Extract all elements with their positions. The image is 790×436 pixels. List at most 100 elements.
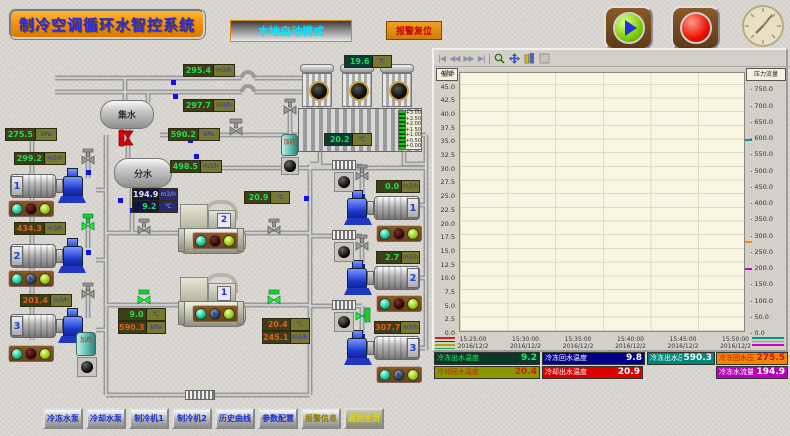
readout-chiller1-press: 590.3kPa bbox=[118, 321, 166, 334]
readout-flow-top-return: 297.7m3/h bbox=[183, 99, 235, 112]
status-chip: 冷却出水温度20.9 bbox=[542, 366, 643, 379]
cooling-tower-3 bbox=[380, 64, 414, 110]
pump-l2-status-lights bbox=[8, 270, 54, 287]
readout-pump-r1: 0.0m3/h bbox=[376, 180, 420, 193]
chart-last-button[interactable]: ▶| bbox=[478, 54, 485, 63]
axis-tick: 42.5 bbox=[441, 96, 455, 104]
readout-chiller1-cool-flow: 245.1m3/h bbox=[262, 331, 310, 344]
dosing-tank-top: 加药 bbox=[281, 134, 298, 156]
axis-tick: - 100.0 bbox=[750, 297, 773, 305]
nav-button-4[interactable]: 制冷机2 bbox=[172, 408, 212, 429]
pump-r1-status-lights bbox=[376, 225, 422, 242]
nav-button-1[interactable]: 冷冻水泵 bbox=[43, 408, 83, 429]
nav-button-5[interactable]: 历史曲线 bbox=[215, 408, 255, 429]
pump-number: 3 bbox=[11, 316, 23, 336]
trend-plot-area bbox=[459, 72, 745, 332]
nav-button-3[interactable]: 制冷机1 bbox=[129, 408, 169, 429]
axis-tick: 5.0 bbox=[445, 302, 455, 310]
axis-tick: 20.0 bbox=[441, 220, 455, 228]
chart-prev-button[interactable]: ◀◀ bbox=[449, 54, 459, 63]
cooling-pump-3: 3 bbox=[340, 330, 420, 366]
readout-pump-l3: 201.4m3/h bbox=[20, 294, 72, 307]
distributor-tank: 分水 bbox=[114, 158, 172, 188]
legend-line bbox=[435, 344, 455, 346]
legend-left-axis bbox=[435, 337, 455, 349]
readout-flow-dist: 498.5m3/h bbox=[170, 160, 222, 173]
legend-line bbox=[752, 337, 784, 339]
mode-button[interactable]: 本地自动模式 bbox=[230, 20, 352, 42]
readout-pump-l1: 299.2m3/h bbox=[14, 152, 66, 165]
readout-pump-l2: 434.3m3/h bbox=[14, 222, 66, 235]
green-lamp-icon bbox=[407, 298, 419, 310]
pipe-crossing-arcs bbox=[242, 72, 254, 92]
chart-next-button[interactable]: ▶▶ bbox=[463, 54, 473, 63]
filter-icon bbox=[334, 242, 354, 262]
axis-tick: 25.0 bbox=[441, 192, 455, 200]
chiller-number: 1 bbox=[217, 286, 231, 301]
cyan-lamp-icon bbox=[379, 369, 391, 381]
time-tick: 15:25:002016/12/2 bbox=[458, 336, 489, 350]
readout-pump-r2: 2.7m3/h bbox=[376, 251, 420, 264]
axis-tick: 27.5 bbox=[441, 178, 455, 186]
axis-tick: 45.0 bbox=[441, 83, 455, 91]
pump-l1-status-lights bbox=[8, 200, 54, 217]
off-lamp-icon bbox=[25, 348, 37, 360]
fan-icon bbox=[389, 81, 409, 101]
current-value-marker bbox=[745, 268, 752, 270]
status-chip: 冷冻水流量194.9 bbox=[716, 366, 788, 379]
chart-toolbar: |◀ ◀◀ ▶▶ ▶| bbox=[434, 51, 790, 67]
cyan-lamp-icon bbox=[195, 235, 207, 247]
cooling-pump-2: 2 bbox=[340, 260, 420, 296]
start-button[interactable] bbox=[604, 6, 653, 50]
readout-chiller1-cool-temp: 20.4℃ bbox=[262, 318, 310, 331]
stop-icon bbox=[680, 12, 712, 44]
columns-icon[interactable] bbox=[524, 53, 535, 64]
cooling-tower-2 bbox=[340, 64, 374, 110]
axis-tick: 47.5 bbox=[441, 69, 455, 77]
alarm-reset-button[interactable]: 报警复位 bbox=[386, 21, 442, 40]
filter-icon bbox=[334, 312, 354, 332]
chilled-pump-2: 2 bbox=[10, 238, 90, 274]
green-lamp-icon bbox=[39, 203, 51, 215]
readout-chiller2-cool: 20.9℃ bbox=[244, 191, 290, 204]
dosing-tank-bottom: 加药 bbox=[76, 332, 96, 356]
pump-number: 3 bbox=[407, 338, 419, 358]
chilled-pump-1: 1 bbox=[10, 168, 90, 204]
hmi-main-screen: 制冷空调循环水智控系统 本地自动模式 报警复位 集水 分水 +3.00+2.50… bbox=[0, 0, 790, 436]
readout-press-left: 275.5kPa bbox=[5, 128, 57, 141]
axis-tick: - 150.0 bbox=[750, 280, 773, 288]
cyan-lamp-icon bbox=[379, 228, 391, 240]
basin-level-gauge: +3.00+2.50+2.00+1.50+1.00+0.50+0.00 bbox=[398, 110, 422, 150]
play-lamp-icon bbox=[25, 273, 37, 285]
nav-button-7[interactable]: 报警信息 bbox=[301, 408, 341, 429]
nav-button-2[interactable]: 冷却水泵 bbox=[86, 408, 126, 429]
dosing-pump-icon bbox=[281, 157, 299, 175]
readout-tower-out: 20.2℃ bbox=[324, 133, 372, 146]
chiller2-status-lights bbox=[192, 232, 238, 249]
level-bar bbox=[399, 111, 406, 149]
stop-button[interactable] bbox=[671, 6, 720, 50]
chart-first-button[interactable]: |◀ bbox=[438, 54, 445, 63]
time-tick: 15:40:002016/12/2 bbox=[615, 336, 646, 350]
nav-button-6[interactable]: 参数配置 bbox=[258, 408, 298, 429]
readout-flow-top-supply: 295.4m3/h bbox=[183, 64, 235, 77]
filter-icon bbox=[334, 172, 354, 192]
axis-tick: - 550.0 bbox=[750, 150, 773, 158]
nav-button-8[interactable]: 返回主页 bbox=[344, 408, 384, 429]
axis-tick: 22.5 bbox=[441, 206, 455, 214]
axis-tick: - 200.0 bbox=[750, 264, 773, 272]
axis-tick: - 400.0 bbox=[750, 199, 773, 207]
right-axis-ticks: - 750.0- 700.0- 650.0- 600.0- 550.0- 500… bbox=[747, 72, 787, 332]
zoom-icon[interactable] bbox=[494, 53, 505, 64]
axis-tick: 0.0 bbox=[445, 329, 455, 337]
left-axis-ticks: 47.545.042.540.037.535.032.530.027.525.0… bbox=[432, 72, 457, 332]
status-chip: 冷冻回水温度9.8 bbox=[542, 352, 645, 365]
current-value-marker bbox=[745, 241, 752, 243]
status-chip: 冷冻出水温度9.2 bbox=[434, 352, 540, 365]
cyan-lamp-icon bbox=[195, 308, 207, 320]
chiller-number: 2 bbox=[217, 213, 231, 228]
status-chip: 冷却回水温度20.4 bbox=[434, 366, 540, 379]
off-lamp-icon bbox=[209, 235, 221, 247]
axis-tick: - 300.0 bbox=[750, 232, 773, 240]
pan-icon[interactable] bbox=[509, 53, 520, 64]
